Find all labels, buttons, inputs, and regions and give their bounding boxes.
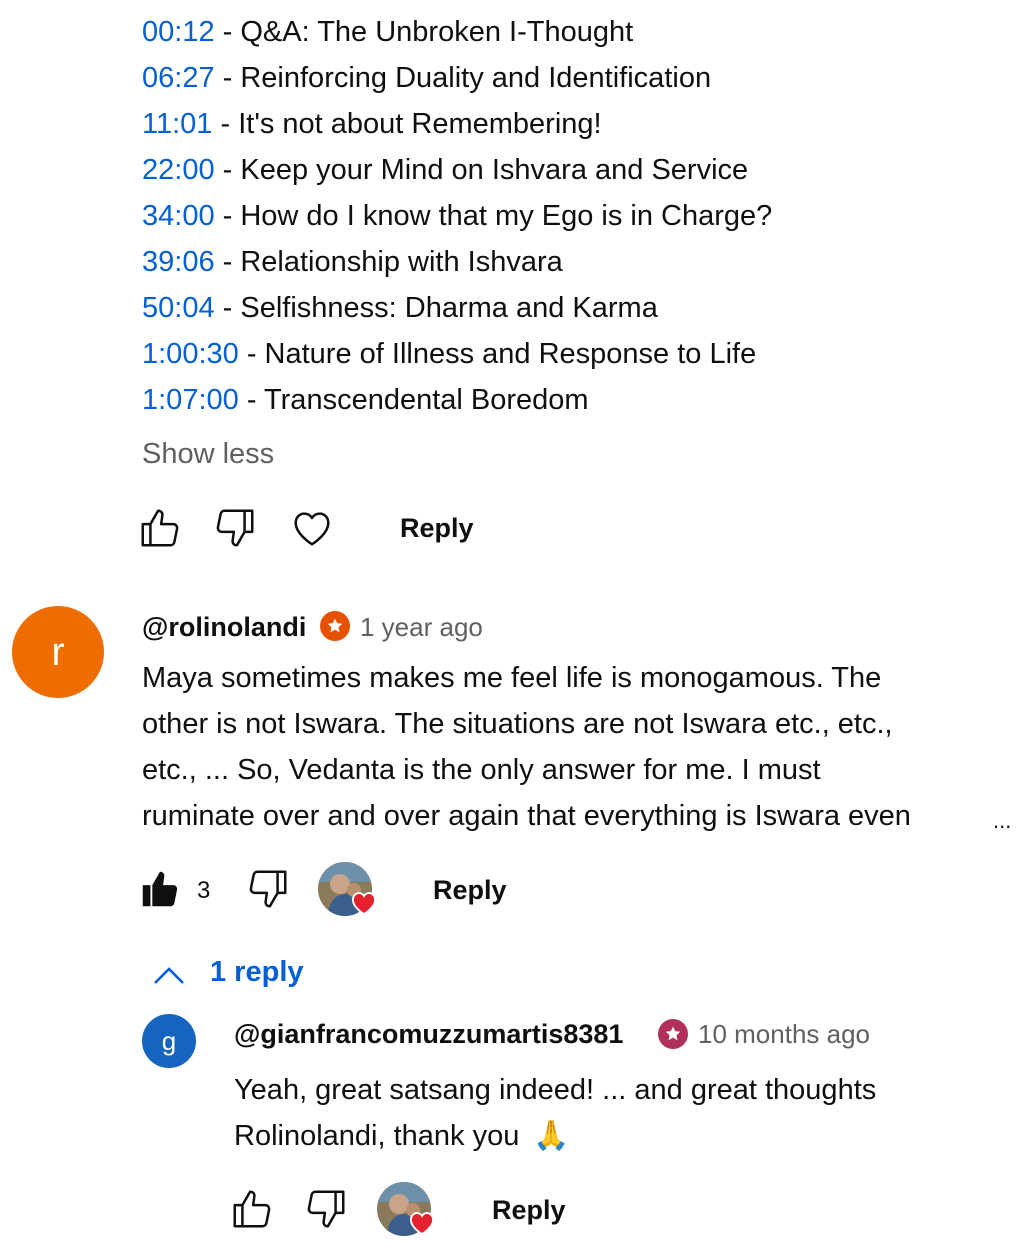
- chapter-timestamp[interactable]: 34:00: [142, 200, 215, 232]
- chapter-timestamp[interactable]: 22:00: [142, 154, 215, 186]
- thumbs-down-icon[interactable]: [212, 505, 258, 551]
- chapter-title: Selfishness: Dharma and Karma: [240, 292, 658, 324]
- creator-star-badge-icon: [320, 611, 350, 641]
- chapter-separator: -: [214, 200, 241, 232]
- chapter-separator: -: [238, 338, 265, 370]
- chapter-title: Transcendental Boredom: [264, 384, 589, 416]
- comment-timestamp[interactable]: 1 year ago: [360, 609, 483, 645]
- chapter-item: 22:00 - Keep your Mind on Ishvara and Se…: [142, 150, 748, 190]
- replies-toggle-button[interactable]: 1 reply: [152, 950, 304, 994]
- chapter-item: 00:12 - Q&A: The Unbroken I-Thought: [142, 12, 633, 52]
- comment-author[interactable]: @rolinolandi: [142, 609, 306, 645]
- avatar[interactable]: g: [142, 1014, 196, 1068]
- reply-button[interactable]: Reply: [400, 510, 474, 546]
- chapter-item: 11:01 - It's not about Remembering!: [142, 104, 602, 144]
- chapter-title: How do I know that my Ego is in Charge?: [240, 200, 773, 232]
- member-star-badge-icon: [658, 1019, 688, 1049]
- thumbs-down-icon[interactable]: [303, 1186, 349, 1232]
- read-more-ellipsis[interactable]: ...: [993, 806, 1011, 836]
- reply-author[interactable]: @gianfrancomuzzumartis8381: [234, 1016, 623, 1052]
- chapter-item: 06:27 - Reinforcing Duality and Identifi…: [142, 58, 711, 98]
- like-count: 3: [197, 877, 211, 904]
- comment-text-line: other is not Iswara. The situations are …: [142, 708, 893, 740]
- chapter-title: Reinforcing Duality and Identification: [240, 62, 712, 94]
- chevron-up-icon: [152, 961, 186, 984]
- chapter-title: It's not about Remembering!: [238, 108, 602, 140]
- reply-text-content: Rolinolandi, thank you: [234, 1120, 520, 1152]
- reply-text-line: Yeah, great satsang indeed! ... and grea…: [234, 1074, 877, 1106]
- thumbs-up-icon[interactable]: [137, 505, 183, 551]
- reply-timestamp[interactable]: 10 months ago: [698, 1016, 870, 1052]
- chapter-item: 1:00:30 - Nature of Illness and Response…: [142, 334, 756, 374]
- avatar[interactable]: r: [12, 606, 104, 698]
- show-less-link[interactable]: Show less: [142, 434, 274, 474]
- chapter-title: Keep your Mind on Ishvara and Service: [240, 154, 749, 186]
- chapter-separator: -: [212, 108, 239, 140]
- reply-text-line: Rolinolandi, thank you 🙏: [234, 1113, 569, 1159]
- creator-heart-icon: [350, 890, 378, 916]
- chapter-item: 34:00 - How do I know that my Ego is in …: [142, 196, 772, 236]
- chapter-separator: -: [214, 16, 241, 48]
- chapter-item: 39:06 - Relationship with Ishvara: [142, 242, 563, 282]
- creator-heart-icon: [408, 1210, 436, 1236]
- chapter-separator: -: [214, 246, 241, 278]
- chapter-separator: -: [238, 384, 265, 416]
- praying-hands-emoji: 🙏: [533, 1120, 570, 1152]
- heart-icon[interactable]: [289, 505, 335, 551]
- chapter-timestamp[interactable]: 1:07:00: [142, 384, 239, 416]
- thumbs-up-filled-icon[interactable]: [137, 866, 183, 912]
- comment-text-line: Maya sometimes makes me feel life is mon…: [142, 662, 882, 694]
- chapter-timestamp[interactable]: 39:06: [142, 246, 215, 278]
- chapter-separator: -: [214, 154, 241, 186]
- chapter-timestamp[interactable]: 00:12: [142, 16, 215, 48]
- reply-button[interactable]: Reply: [433, 872, 507, 908]
- chapter-timestamp[interactable]: 06:27: [142, 62, 215, 94]
- reply-button[interactable]: Reply: [492, 1192, 566, 1228]
- comment-text-line: ruminate over and over again that everyt…: [142, 800, 911, 832]
- chapter-title: Relationship with Ishvara: [240, 246, 563, 278]
- chapter-item: 1:07:00 - Transcendental Boredom: [142, 380, 589, 420]
- chapter-separator: -: [214, 62, 241, 94]
- chapter-item: 50:04 - Selfishness: Dharma and Karma: [142, 288, 658, 328]
- comment-text-line: etc., ... So, Vedanta is the only answer…: [142, 754, 821, 786]
- chapter-timestamp[interactable]: 1:00:30: [142, 338, 239, 370]
- chapter-title: Nature of Illness and Response to Life: [264, 338, 757, 370]
- chapter-timestamp[interactable]: 50:04: [142, 292, 215, 324]
- thumbs-up-icon[interactable]: [229, 1186, 275, 1232]
- chapter-separator: -: [214, 292, 241, 324]
- replies-count-label: 1 reply: [210, 955, 304, 988]
- thumbs-down-icon[interactable]: [245, 866, 291, 912]
- chapter-title: Q&A: The Unbroken I-Thought: [240, 16, 634, 48]
- chapter-timestamp[interactable]: 11:01: [142, 108, 212, 140]
